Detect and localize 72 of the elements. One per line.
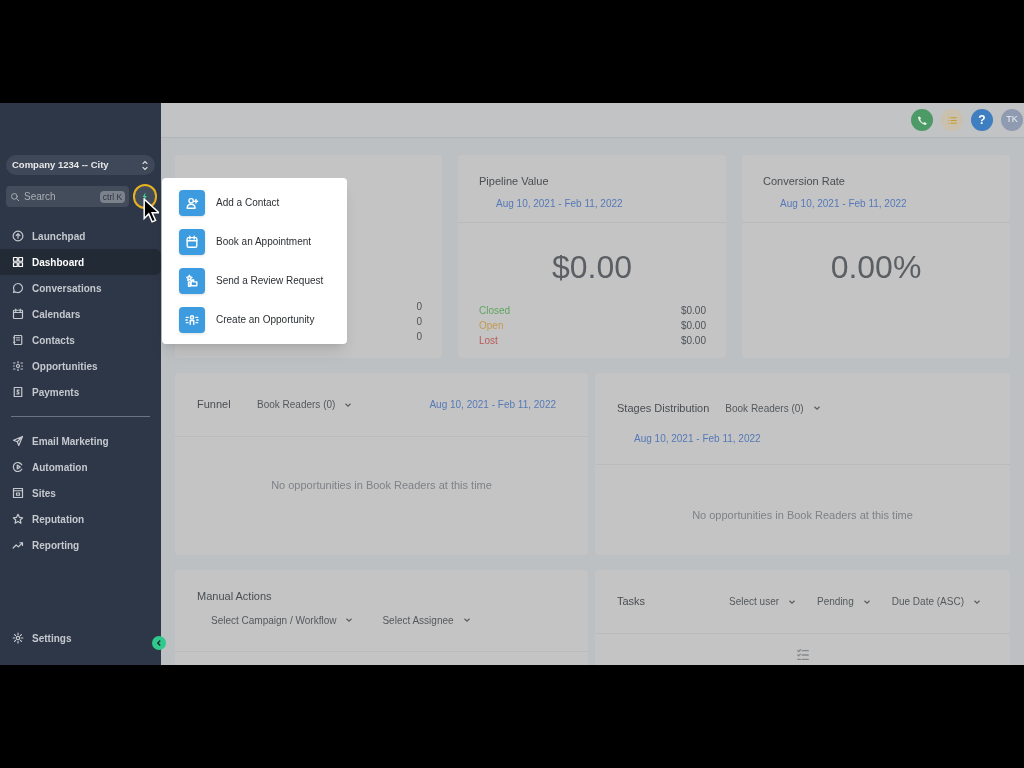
amount-value: $0.00 bbox=[680, 304, 706, 318]
chevron-left-icon bbox=[155, 639, 163, 647]
pipeline-dropdown[interactable]: Book Readers (0) bbox=[257, 397, 354, 412]
calendar-icon bbox=[12, 308, 24, 320]
menu-item[interactable]: Add a Contact bbox=[179, 189, 347, 216]
status-label: Lost bbox=[479, 334, 498, 348]
sidebar-item[interactable]: Payments bbox=[0, 379, 161, 405]
sidebar-item[interactable]: Email Marketing bbox=[0, 428, 161, 454]
card-title: Tasks bbox=[617, 594, 647, 610]
launchpad-icon bbox=[12, 230, 24, 242]
sidebar-item[interactable]: Dashboard bbox=[0, 249, 161, 275]
big-value: 0.00% bbox=[830, 248, 922, 287]
sidebar-item[interactable]: Launchpad bbox=[0, 223, 161, 249]
settings-item[interactable]: Settings bbox=[0, 625, 80, 651]
amount-value: $0.00 bbox=[680, 319, 706, 333]
menu-item[interactable]: Book an Appointment bbox=[179, 228, 347, 255]
dollar-document-icon bbox=[12, 386, 24, 398]
status-label: Closed bbox=[479, 304, 511, 318]
menu-item[interactable]: Send a Review Request bbox=[179, 267, 347, 294]
help-button[interactable]: ? bbox=[971, 109, 993, 131]
card-title: Funnel bbox=[197, 397, 232, 413]
card-title: Stages Distribution bbox=[617, 401, 710, 416]
empty-message: No opportunities in Book Readers at this time bbox=[692, 508, 913, 523]
up-down-chevron-icon bbox=[141, 159, 149, 171]
empty-message: No opportunities in Book Readers at this time bbox=[271, 478, 492, 493]
sidebar-item[interactable]: Reputation bbox=[0, 506, 161, 532]
company-selector[interactable]: Company 1234 -- City bbox=[6, 155, 155, 175]
filter-dropdown[interactable]: Select Assignee bbox=[382, 612, 472, 628]
people-network-icon bbox=[185, 312, 199, 327]
phone-button[interactable] bbox=[911, 109, 933, 131]
menu-item[interactable]: Create an Opportunity bbox=[179, 306, 347, 333]
filter-dropdown[interactable]: Select user bbox=[729, 594, 798, 609]
count-value: 0 bbox=[416, 300, 422, 314]
checklist-icon bbox=[795, 648, 810, 662]
sidebar-item[interactable]: Calendars bbox=[0, 301, 161, 327]
network-icon bbox=[12, 360, 24, 372]
pipeline-dropdown[interactable]: Book Readers (0) bbox=[725, 400, 822, 416]
list-icon bbox=[946, 114, 958, 126]
big-value: $0.00 bbox=[551, 248, 633, 287]
star-thumb-icon bbox=[185, 273, 199, 288]
status-label: Open bbox=[479, 319, 504, 333]
grid-icon bbox=[12, 256, 24, 268]
mouse-pointer-icon bbox=[143, 198, 159, 223]
filter-dropdown[interactable]: Pending bbox=[817, 594, 872, 609]
amount-value: $0.00 bbox=[680, 334, 706, 348]
phone-icon bbox=[916, 114, 928, 126]
chat-bubble-icon bbox=[12, 282, 24, 294]
filter-dropdown[interactable]: Select Campaign / Workflow bbox=[211, 612, 355, 628]
sidebar-item[interactable]: Sites bbox=[0, 480, 161, 506]
sidebar-item[interactable]: Conversations bbox=[0, 275, 161, 301]
filter-dropdown[interactable]: Due Date (ASC) bbox=[891, 594, 982, 609]
card-title: Conversion Rate bbox=[763, 174, 846, 189]
trend-line-icon bbox=[12, 539, 24, 551]
add-person-icon bbox=[185, 195, 199, 210]
address-book-icon bbox=[12, 334, 24, 346]
paper-plane-icon bbox=[12, 435, 24, 447]
browser-window-icon bbox=[12, 487, 24, 499]
search-field[interactable]: Search ctrl K bbox=[6, 186, 130, 207]
star-icon bbox=[12, 513, 24, 525]
shortcut-hint: ctrl K bbox=[99, 190, 126, 203]
count-value: 0 bbox=[416, 315, 422, 329]
gear-icon bbox=[12, 632, 24, 644]
sidebar-item[interactable]: Reporting bbox=[0, 532, 161, 558]
play-circle-icon bbox=[12, 461, 24, 473]
card-title: Manual Actions bbox=[197, 589, 273, 604]
sidebar-item[interactable]: Automation bbox=[0, 454, 161, 480]
sidebar-item[interactable]: Contacts bbox=[0, 327, 161, 353]
search-icon bbox=[10, 191, 20, 202]
card-title: Pipeline Value bbox=[479, 174, 550, 189]
sidebar-item[interactable]: Opportunities bbox=[0, 353, 161, 379]
count-value: 0 bbox=[416, 330, 422, 344]
calendar-icon bbox=[185, 234, 199, 249]
